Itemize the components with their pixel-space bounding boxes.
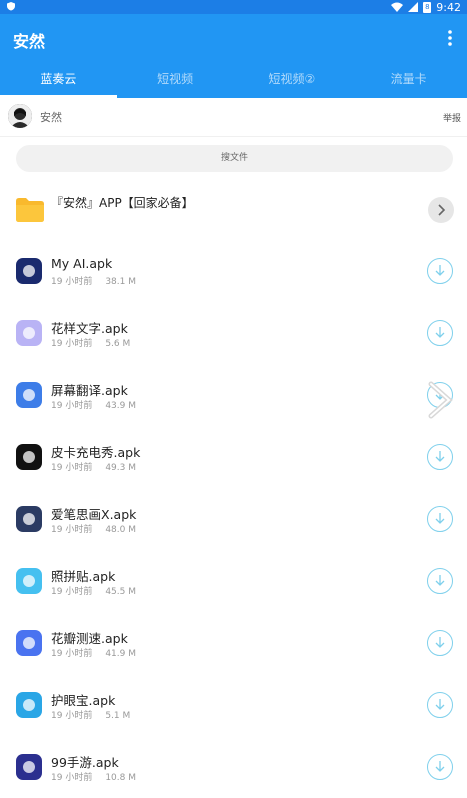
folder-row[interactable]: 『安然』APP【回家必备】 (0, 183, 467, 235)
download-button[interactable] (427, 258, 453, 284)
file-size: 48.0 M (105, 525, 136, 535)
file-name: 花瓣测速.apk (51, 631, 128, 646)
file-name: 照拼贴.apk (51, 569, 116, 584)
file-time: 19 小时前 (51, 277, 93, 287)
file-size: 43.9 M (105, 401, 136, 411)
file-time: 19 小时前 (51, 339, 93, 349)
download-button[interactable] (427, 754, 453, 780)
avatar[interactable] (8, 104, 32, 128)
list-item[interactable]: 99手游.apk 19 小时前 10.8 M (0, 736, 467, 798)
file-size: 49.3 M (105, 463, 136, 473)
file-name: My AI.apk (51, 256, 113, 271)
file-time: 19 小时前 (51, 649, 93, 659)
more-vertical-icon[interactable] (447, 29, 453, 47)
file-time: 19 小时前 (51, 401, 93, 411)
download-button[interactable] (427, 692, 453, 718)
status-bar: 8 9:42 (0, 0, 467, 14)
wifi-icon (391, 2, 404, 12)
chevron-right-icon (438, 204, 446, 216)
file-name: 99手游.apk (51, 755, 119, 770)
download-button[interactable] (427, 320, 453, 346)
file-size: 5.1 M (105, 711, 131, 721)
download-icon (435, 265, 445, 276)
file-meta: 19 小时前 45.5 M (51, 584, 136, 597)
tab-short-video[interactable]: 短视频 (117, 62, 234, 98)
file-size: 5.6 M (105, 339, 131, 349)
signal-icon (408, 2, 419, 12)
file-meta: 19 小时前 5.6 M (51, 336, 130, 349)
file-size: 38.1 M (105, 277, 136, 287)
photo-collage-icon (16, 568, 42, 594)
folder-icon (16, 198, 44, 222)
avatar-image-icon (8, 104, 32, 128)
page-title: 安然 (13, 32, 46, 51)
file-meta: 19 小时前 48.0 M (51, 522, 136, 535)
99-games-icon (16, 754, 42, 780)
download-button[interactable] (427, 444, 453, 470)
file-size: 10.8 M (105, 773, 136, 783)
file-time: 19 小时前 (51, 587, 93, 597)
download-icon (435, 575, 445, 586)
list-item[interactable]: 护眼宝.apk 19 小时前 5.1 M (0, 674, 467, 736)
list-item[interactable]: 花样文字.apk 19 小时前 5.6 M (0, 302, 467, 364)
list-item[interactable]: 屏幕翻译.apk 19 小时前 43.9 M (0, 364, 467, 426)
download-icon (435, 699, 445, 710)
list-item[interactable]: My AI.apk 19 小时前 38.1 M (0, 240, 467, 302)
file-meta: 19 小时前 10.8 M (51, 770, 136, 783)
list-item[interactable]: 爱笔思画X.apk 19 小时前 48.0 M (0, 488, 467, 550)
download-button[interactable] (427, 630, 453, 656)
username: 安然 (40, 111, 62, 124)
tab-lanzou[interactable]: 蓝奏云 (0, 62, 117, 98)
folder-open-button[interactable] (428, 197, 454, 223)
eye-care-icon (16, 692, 42, 718)
download-icon (435, 513, 445, 524)
download-icon (435, 637, 445, 648)
pika-charge-icon (16, 444, 42, 470)
download-button[interactable] (427, 568, 453, 594)
file-name: 花样文字.apk (51, 321, 128, 336)
file-meta: 19 小时前 5.1 M (51, 708, 130, 721)
file-time: 19 小时前 (51, 711, 93, 721)
ibis-paint-icon (16, 506, 42, 532)
report-link[interactable]: 举报 (443, 111, 461, 124)
fancy-text-icon (16, 320, 42, 346)
file-name: 屏幕翻译.apk (51, 383, 128, 398)
my-ai-icon (16, 258, 42, 284)
floating-chevron-right-icon[interactable] (425, 380, 455, 420)
file-size: 45.5 M (105, 587, 136, 597)
tab-short-video-2[interactable]: 短视频② (234, 62, 351, 98)
download-icon (435, 761, 445, 772)
list-item[interactable]: 照拼贴.apk 19 小时前 45.5 M (0, 550, 467, 612)
tab-bar: 蓝奏云 短视频 短视频② 流量卡 (0, 62, 467, 98)
clock: 9:42 (436, 0, 461, 14)
shield-notification-icon (7, 2, 15, 11)
petal-speedtest-icon (16, 630, 42, 656)
screen-translate-icon (16, 382, 42, 408)
download-icon (435, 327, 445, 338)
file-meta: 19 小时前 41.9 M (51, 646, 136, 659)
file-name: 皮卡充电秀.apk (51, 445, 141, 460)
user-row: 安然 举报 (0, 98, 467, 137)
folder-name: 『安然』APP【回家必备】 (51, 196, 194, 210)
file-meta: 19 小时前 38.1 M (51, 274, 136, 287)
app-bar: 安然 (0, 14, 467, 62)
tab-data-card[interactable]: 流量卡 (350, 62, 467, 98)
file-meta: 19 小时前 43.9 M (51, 398, 136, 411)
download-button[interactable] (427, 506, 453, 532)
file-time: 19 小时前 (51, 463, 93, 473)
search-input[interactable]: 搜文件 (16, 145, 453, 172)
download-icon (435, 451, 445, 462)
file-time: 19 小时前 (51, 773, 93, 783)
file-name: 爱笔思画X.apk (51, 507, 137, 522)
file-meta: 19 小时前 49.3 M (51, 460, 136, 473)
battery-icon: 8 (423, 1, 432, 13)
list-item[interactable]: 皮卡充电秀.apk 19 小时前 49.3 M (0, 426, 467, 488)
file-name: 护眼宝.apk (51, 693, 116, 708)
list-item[interactable]: 花瓣测速.apk 19 小时前 41.9 M (0, 612, 467, 674)
file-size: 41.9 M (105, 649, 136, 659)
file-time: 19 小时前 (51, 525, 93, 535)
